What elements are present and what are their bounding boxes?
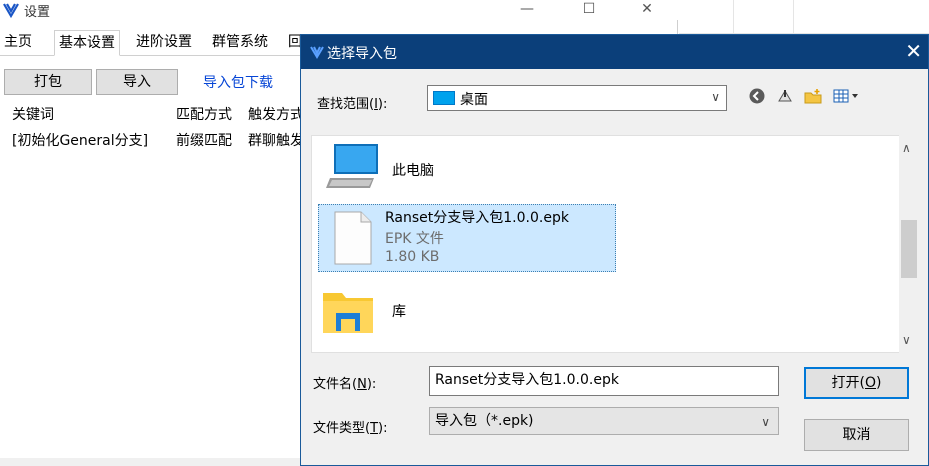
item-name: 库 xyxy=(392,304,406,320)
settings-title: 设置 xyxy=(24,5,51,20)
cell-trigger-mode: 群聊触发 xyxy=(248,133,304,149)
list-item-library[interactable]: 库 xyxy=(320,281,470,341)
file-name: Ranset分支导入包1.0.0.epk xyxy=(385,210,569,226)
settings-tabs: 主页 基本设置 进阶设置 群管系统 回 xyxy=(0,30,310,56)
column-match-mode[interactable]: 匹配方式 xyxy=(176,104,232,124)
app-logo-icon xyxy=(310,46,324,59)
tab-basic-settings[interactable]: 基本设置 xyxy=(54,30,120,56)
column-keyword[interactable]: 关键词 xyxy=(12,104,54,124)
filetype-select[interactable]: 导入包（*.epk) ∨ xyxy=(429,407,779,435)
tab-advanced-settings[interactable]: 进阶设置 xyxy=(132,30,196,56)
list-header: 关键词 匹配方式 触发方式 xyxy=(4,104,304,126)
cell-match-mode: 前缀匹配 xyxy=(176,133,232,149)
look-in-label: 查找范围(I): xyxy=(317,97,388,112)
open-button[interactable]: 打开(O) xyxy=(804,367,909,399)
back-icon[interactable] xyxy=(747,87,767,107)
filetype-label: 文件类型(T): xyxy=(313,421,388,436)
pack-button[interactable]: 打包 xyxy=(4,69,92,95)
filename-label: 文件名(N): xyxy=(313,377,377,392)
import-button[interactable]: 导入 xyxy=(96,69,178,95)
filetype-value: 导入包（*.epk) xyxy=(435,413,534,429)
filename-input[interactable]: Ranset分支导入包1.0.0.epk xyxy=(429,366,779,396)
app-logo-icon xyxy=(3,3,19,19)
cell-keyword: [初始化General分支] xyxy=(12,133,149,149)
look-in-combobox[interactable]: 桌面 ∨ xyxy=(427,85,727,111)
settings-titlebar: 设置 — ☐ ✕ xyxy=(0,0,678,20)
chevron-down-icon: ∨ xyxy=(711,90,720,104)
file-list[interactable]: 此电脑 Ranset分支导入包1.0.0.epk EPK 文件 1.80 KB … xyxy=(311,135,901,353)
dialog-title: 选择导入包 xyxy=(327,46,397,62)
dialog-titlebar: 选择导入包 ✕ xyxy=(301,35,928,69)
item-name: 此电脑 xyxy=(392,163,434,179)
close-icon[interactable]: ✕ xyxy=(905,40,922,62)
background-grid xyxy=(679,0,929,34)
new-folder-icon[interactable] xyxy=(803,87,823,107)
scroll-down-icon[interactable]: ∨ xyxy=(902,333,911,347)
horizontal-scrollbar[interactable] xyxy=(0,458,300,466)
minimize-button[interactable]: — xyxy=(504,0,550,20)
desktop-icon xyxy=(433,91,455,105)
table-row[interactable]: [初始化General分支] 前缀匹配 群聊触发 xyxy=(4,130,304,150)
chevron-down-icon: ∨ xyxy=(761,415,770,429)
file-size: 1.80 KB xyxy=(385,249,440,265)
look-in-value: 桌面 xyxy=(460,92,488,108)
cancel-button[interactable]: 取消 xyxy=(804,419,909,451)
list-item-selected-file[interactable]: Ranset分支导入包1.0.0.epk EPK 文件 1.80 KB xyxy=(318,204,616,272)
scroll-up-icon[interactable]: ∧ xyxy=(902,141,911,155)
open-file-dialog: 选择导入包 ✕ 查找范围(I): 桌面 ∨ 此电脑 Ranset分支导入包1.0… xyxy=(300,34,929,466)
scroll-thumb[interactable] xyxy=(901,220,917,278)
column-trigger-mode[interactable]: 触发方式 xyxy=(248,104,304,124)
close-button[interactable]: ✕ xyxy=(624,0,670,20)
file-icon xyxy=(334,211,372,265)
download-pack-link[interactable]: 导入包下载 xyxy=(203,72,273,92)
tab-home[interactable]: 主页 xyxy=(0,30,36,56)
folder-icon xyxy=(323,293,373,333)
file-list-scrollbar[interactable]: ∧ ∨ xyxy=(899,135,919,353)
maximize-button[interactable]: ☐ xyxy=(566,0,612,20)
view-menu-icon[interactable] xyxy=(831,87,861,107)
computer-icon xyxy=(326,144,378,188)
file-type: EPK 文件 xyxy=(385,231,444,247)
list-item-this-pc[interactable]: 此电脑 xyxy=(320,140,470,196)
up-folder-icon[interactable] xyxy=(775,87,795,107)
tab-group-management[interactable]: 群管系统 xyxy=(208,30,272,56)
